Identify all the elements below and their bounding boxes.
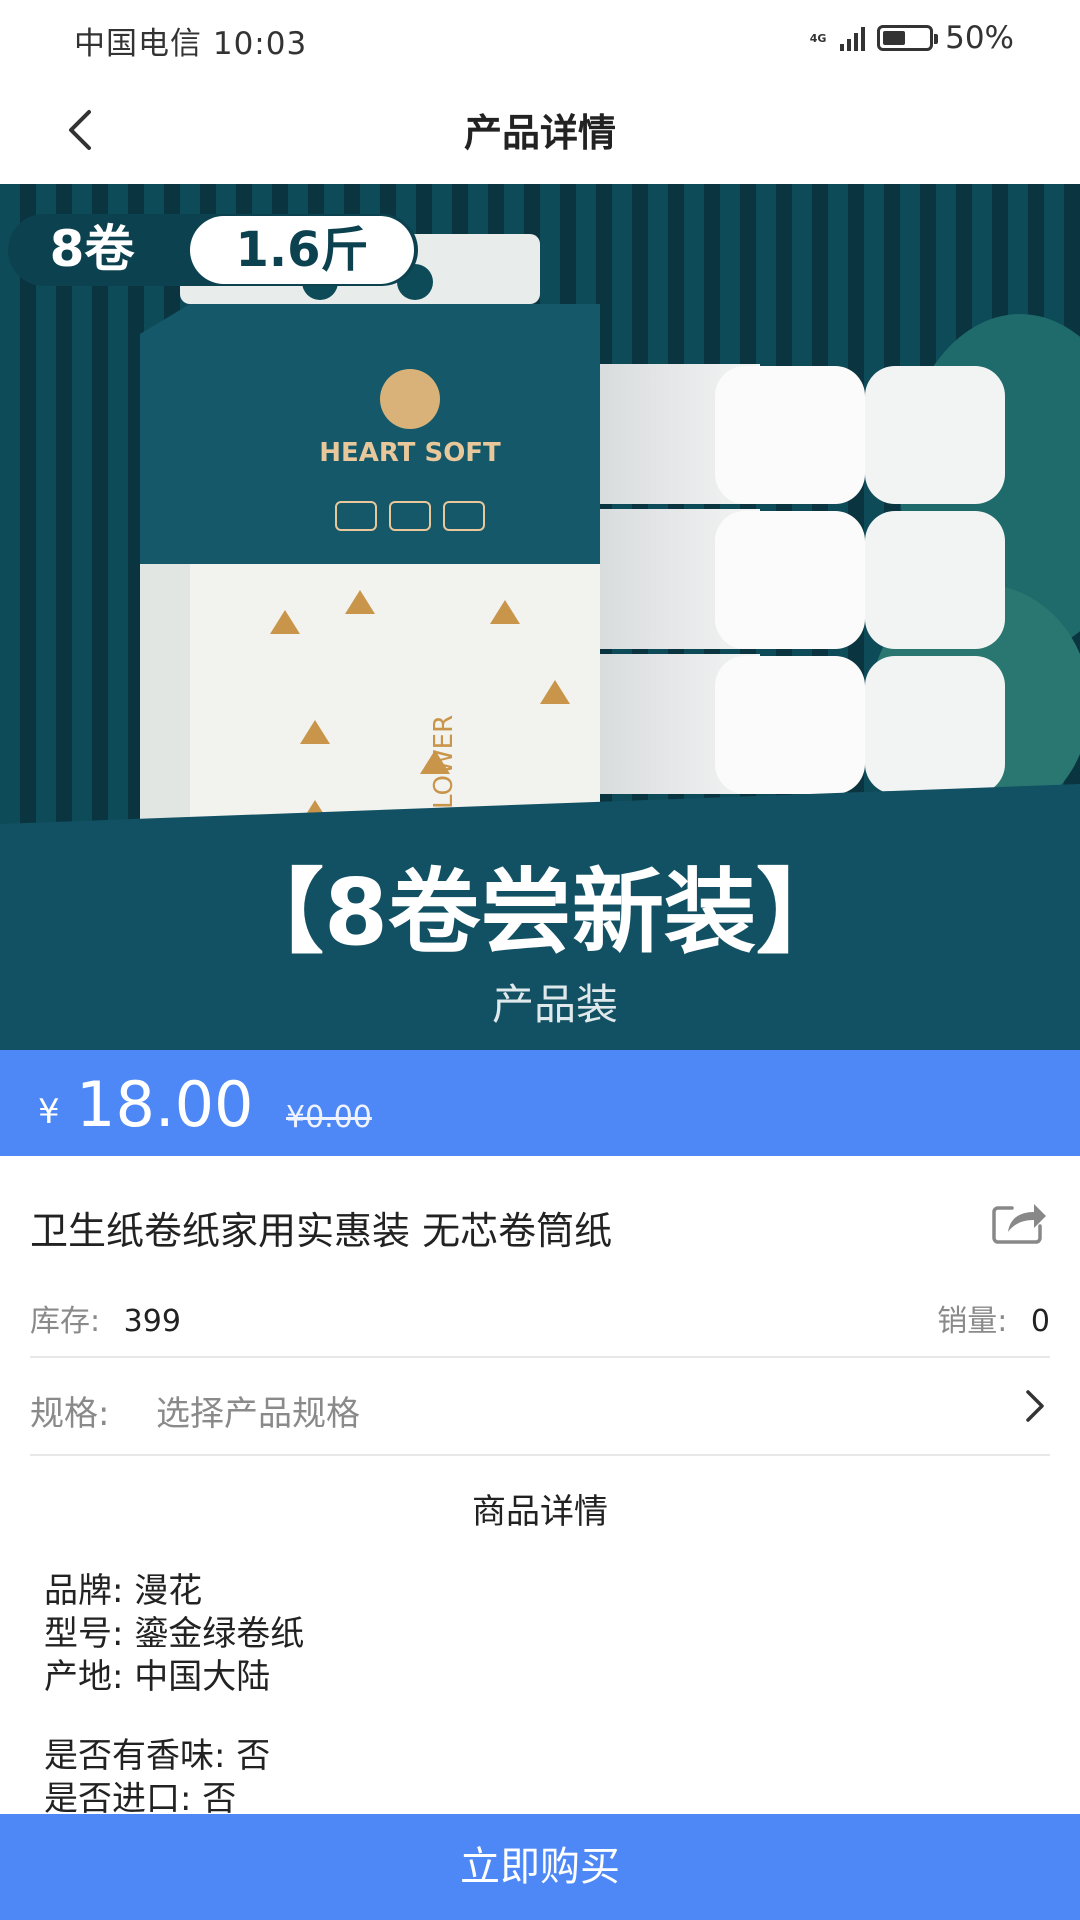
current-price: 18.00 [76, 1068, 254, 1141]
detail-attributes: 品牌: 漫花 型号: 鎏金绿卷纸 产地: 中国大陆 是否有香味: 否 是否进口:… [44, 1570, 304, 1821]
sales-info: 销量: 0 [937, 1296, 1050, 1340]
product-photo: HEART SOFT FLOWER 【8卷尝新装】 产品装 8卷 1.6斤 [0, 184, 1080, 1050]
nav-bar: 产品详情 [0, 76, 1080, 184]
carrier-time: 中国电信 10:03 [74, 26, 308, 62]
status-bar: 中国电信 10:03 4G 50% [0, 0, 1080, 76]
chevron-right-icon [1026, 1390, 1044, 1422]
stock-sales-row: 库存: 399 销量: 0 [30, 1296, 1050, 1339]
product-image[interactable]: HEART SOFT FLOWER 【8卷尝新装】 产品装 8卷 1.6斤 [0, 184, 1080, 1050]
detail-line-brand: 品牌: 漫花 [44, 1571, 203, 1611]
status-icons: 4G 50% [808, 18, 1014, 58]
stock-info: 库存: 399 [30, 1296, 181, 1340]
network-type-label: 4G [809, 31, 827, 45]
price-bar: ¥ 18.00 ¥0.00 [0, 1050, 1080, 1156]
stock-label: 库存: [30, 1304, 101, 1339]
buy-now-button[interactable]: 立即购买 [0, 1814, 1080, 1920]
spec-label: 规格: [30, 1394, 110, 1434]
product-detail-screen: 中国电信 10:03 4G 50% 产品详情 HEART SOFT FLOWER… [0, 0, 1080, 1920]
battery-icon [877, 25, 939, 51]
share-icon [992, 1204, 1046, 1244]
badge-weight: 1.6斤 [235, 222, 368, 278]
divider [30, 1454, 1050, 1456]
toilet-rolls [600, 364, 1005, 794]
stock-value: 399 [123, 1304, 181, 1339]
package: HEART SOFT FLOWER [140, 234, 600, 894]
price-currency-symbol: ¥ [38, 1092, 60, 1132]
banner-subtext: 产品装 [492, 980, 618, 1029]
sales-value: 0 [1030, 1304, 1050, 1339]
detail-line-fragrance: 是否有香味: 否 [44, 1736, 271, 1776]
product-title: 卫生纸卷纸家用实惠装 无芯卷筒纸 [30, 1209, 613, 1253]
detail-heading: 商品详情 [472, 1492, 608, 1532]
signal-icon [840, 25, 866, 51]
detail-line-model: 型号: 鎏金绿卷纸 [44, 1614, 305, 1654]
spec-selector[interactable]: 规格: 选择产品规格 [30, 1356, 1050, 1454]
detail-line-origin: 产地: 中国大陆 [44, 1657, 271, 1697]
battery-fill [883, 31, 906, 45]
original-price: ¥0.00 [286, 1100, 372, 1135]
brand-text: HEART SOFT [319, 438, 501, 468]
roll-weight-badge: 8卷 1.6斤 [8, 214, 418, 286]
banner-text: 【8卷尝新装】 [232, 859, 848, 966]
battery-percent: 50% [945, 20, 1014, 56]
badge-rolls: 8卷 [50, 220, 136, 278]
page-title: 产品详情 [463, 111, 616, 155]
share-button[interactable] [990, 1196, 1048, 1246]
spec-value: 选择产品规格 [156, 1394, 360, 1434]
sales-label: 销量: [937, 1304, 1008, 1339]
